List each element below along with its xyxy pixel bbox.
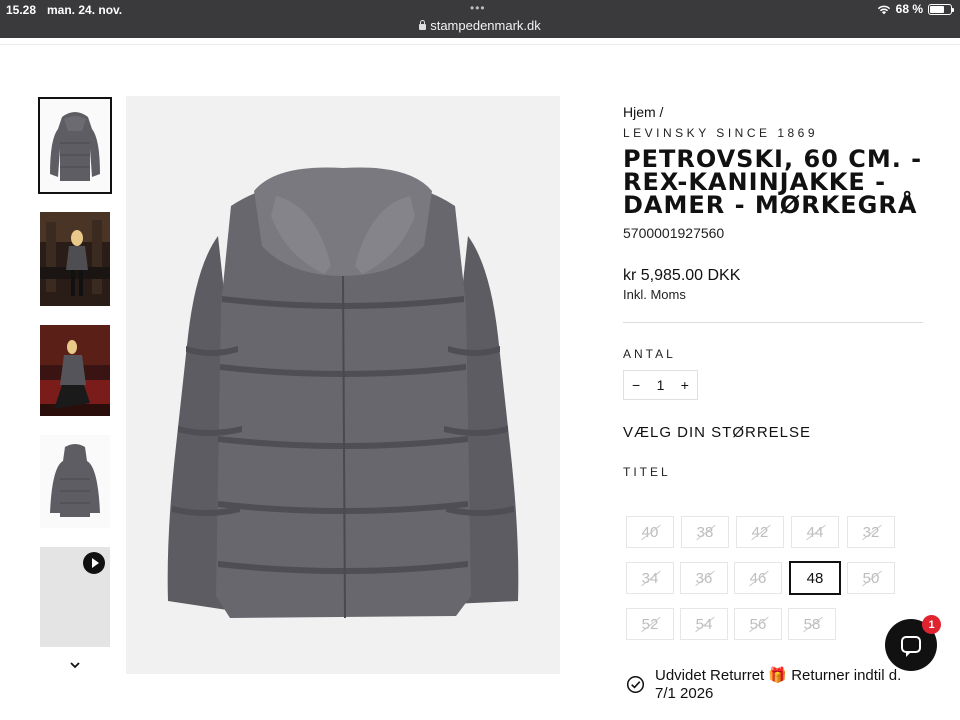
chat-bubble-icon: [901, 636, 921, 657]
play-icon[interactable]: [83, 552, 105, 574]
size-option[interactable]: 32: [847, 516, 895, 548]
size-option[interactable]: 40: [626, 516, 674, 548]
size-option[interactable]: 54: [680, 608, 728, 640]
size-option[interactable]: 56: [734, 608, 782, 640]
return-policy: Udvidet Returret 🎁 Returner indtil d. 7/…: [626, 667, 926, 703]
size-option[interactable]: 46: [734, 562, 782, 594]
fur-jacket-image: [126, 96, 560, 674]
thumbnail-back-image: [40, 435, 110, 528]
status-bar: 15.28 man. 24. nov. ••• stampedenmark.dk…: [0, 0, 960, 38]
address-url: stampedenmark.dk: [430, 18, 541, 33]
size-option[interactable]: 44: [791, 516, 839, 548]
product-title: PETROVSKI, 60 CM. - REX-KANINJAKKE - DAM…: [623, 145, 923, 219]
status-date: man. 24. nov.: [47, 3, 123, 17]
thumbnail-front[interactable]: [38, 97, 112, 194]
status-right: 68 %: [877, 2, 954, 16]
divider: [623, 322, 923, 323]
thumbnail-model-sitting[interactable]: [40, 325, 110, 416]
size-option[interactable]: 52: [626, 608, 674, 640]
thumbnail-model-standing[interactable]: [40, 212, 110, 306]
address-bar[interactable]: stampedenmark.dk: [0, 18, 960, 33]
option-label: TITEL: [623, 465, 671, 479]
thumbnail-front-image: [40, 99, 110, 192]
status-time: 15.28: [6, 3, 37, 17]
quantity-minus-button[interactable]: −: [632, 377, 640, 393]
size-heading[interactable]: VÆLG DIN STØRRELSE: [623, 424, 923, 441]
size-option[interactable]: 38: [681, 516, 729, 548]
product-info: Hjem / LEVINSKY SINCE 1869 PETROVSKI, 60…: [623, 104, 923, 479]
thumbnail-model-sitting-image: [40, 325, 110, 416]
size-option[interactable]: 34: [626, 562, 674, 594]
breadcrumb[interactable]: Hjem /: [623, 104, 923, 120]
size-option[interactable]: 58: [788, 608, 836, 640]
quantity-plus-button[interactable]: +: [681, 377, 689, 393]
check-circle-icon: [626, 675, 645, 694]
header-divider: [0, 44, 960, 45]
size-option[interactable]: 36: [680, 562, 728, 594]
quantity-stepper: − 1 +: [623, 370, 698, 400]
size-option[interactable]: 42: [736, 516, 784, 548]
product-price: kr 5,985.00 DKK: [623, 267, 741, 284]
product-sku: 5700001927560: [623, 225, 725, 241]
tax-note: Inkl. Moms: [623, 287, 686, 302]
thumbnail-model-standing-image: [40, 212, 110, 306]
return-policy-text: Udvidet Returret 🎁 Returner indtil d. 7/…: [655, 667, 902, 702]
thumbnail-back[interactable]: [40, 435, 110, 528]
battery-percent: 68 %: [895, 2, 923, 16]
battery-icon: [928, 3, 954, 15]
vendor-name[interactable]: LEVINSKY SINCE 1869: [623, 126, 923, 140]
quantity-label: ANTAL: [623, 347, 676, 361]
size-option[interactable]: 50: [847, 562, 895, 594]
tab-dots-icon[interactable]: •••: [470, 1, 486, 15]
thumbnail-video[interactable]: [40, 547, 110, 647]
main-product-image[interactable]: [126, 96, 560, 674]
chevron-down-icon[interactable]: [68, 658, 82, 672]
wifi-icon: [877, 5, 890, 14]
quantity-value[interactable]: 1: [657, 377, 665, 393]
size-option[interactable]: 48: [789, 561, 841, 595]
lock-icon: [419, 20, 427, 30]
chat-notification-badge: 1: [922, 615, 941, 634]
